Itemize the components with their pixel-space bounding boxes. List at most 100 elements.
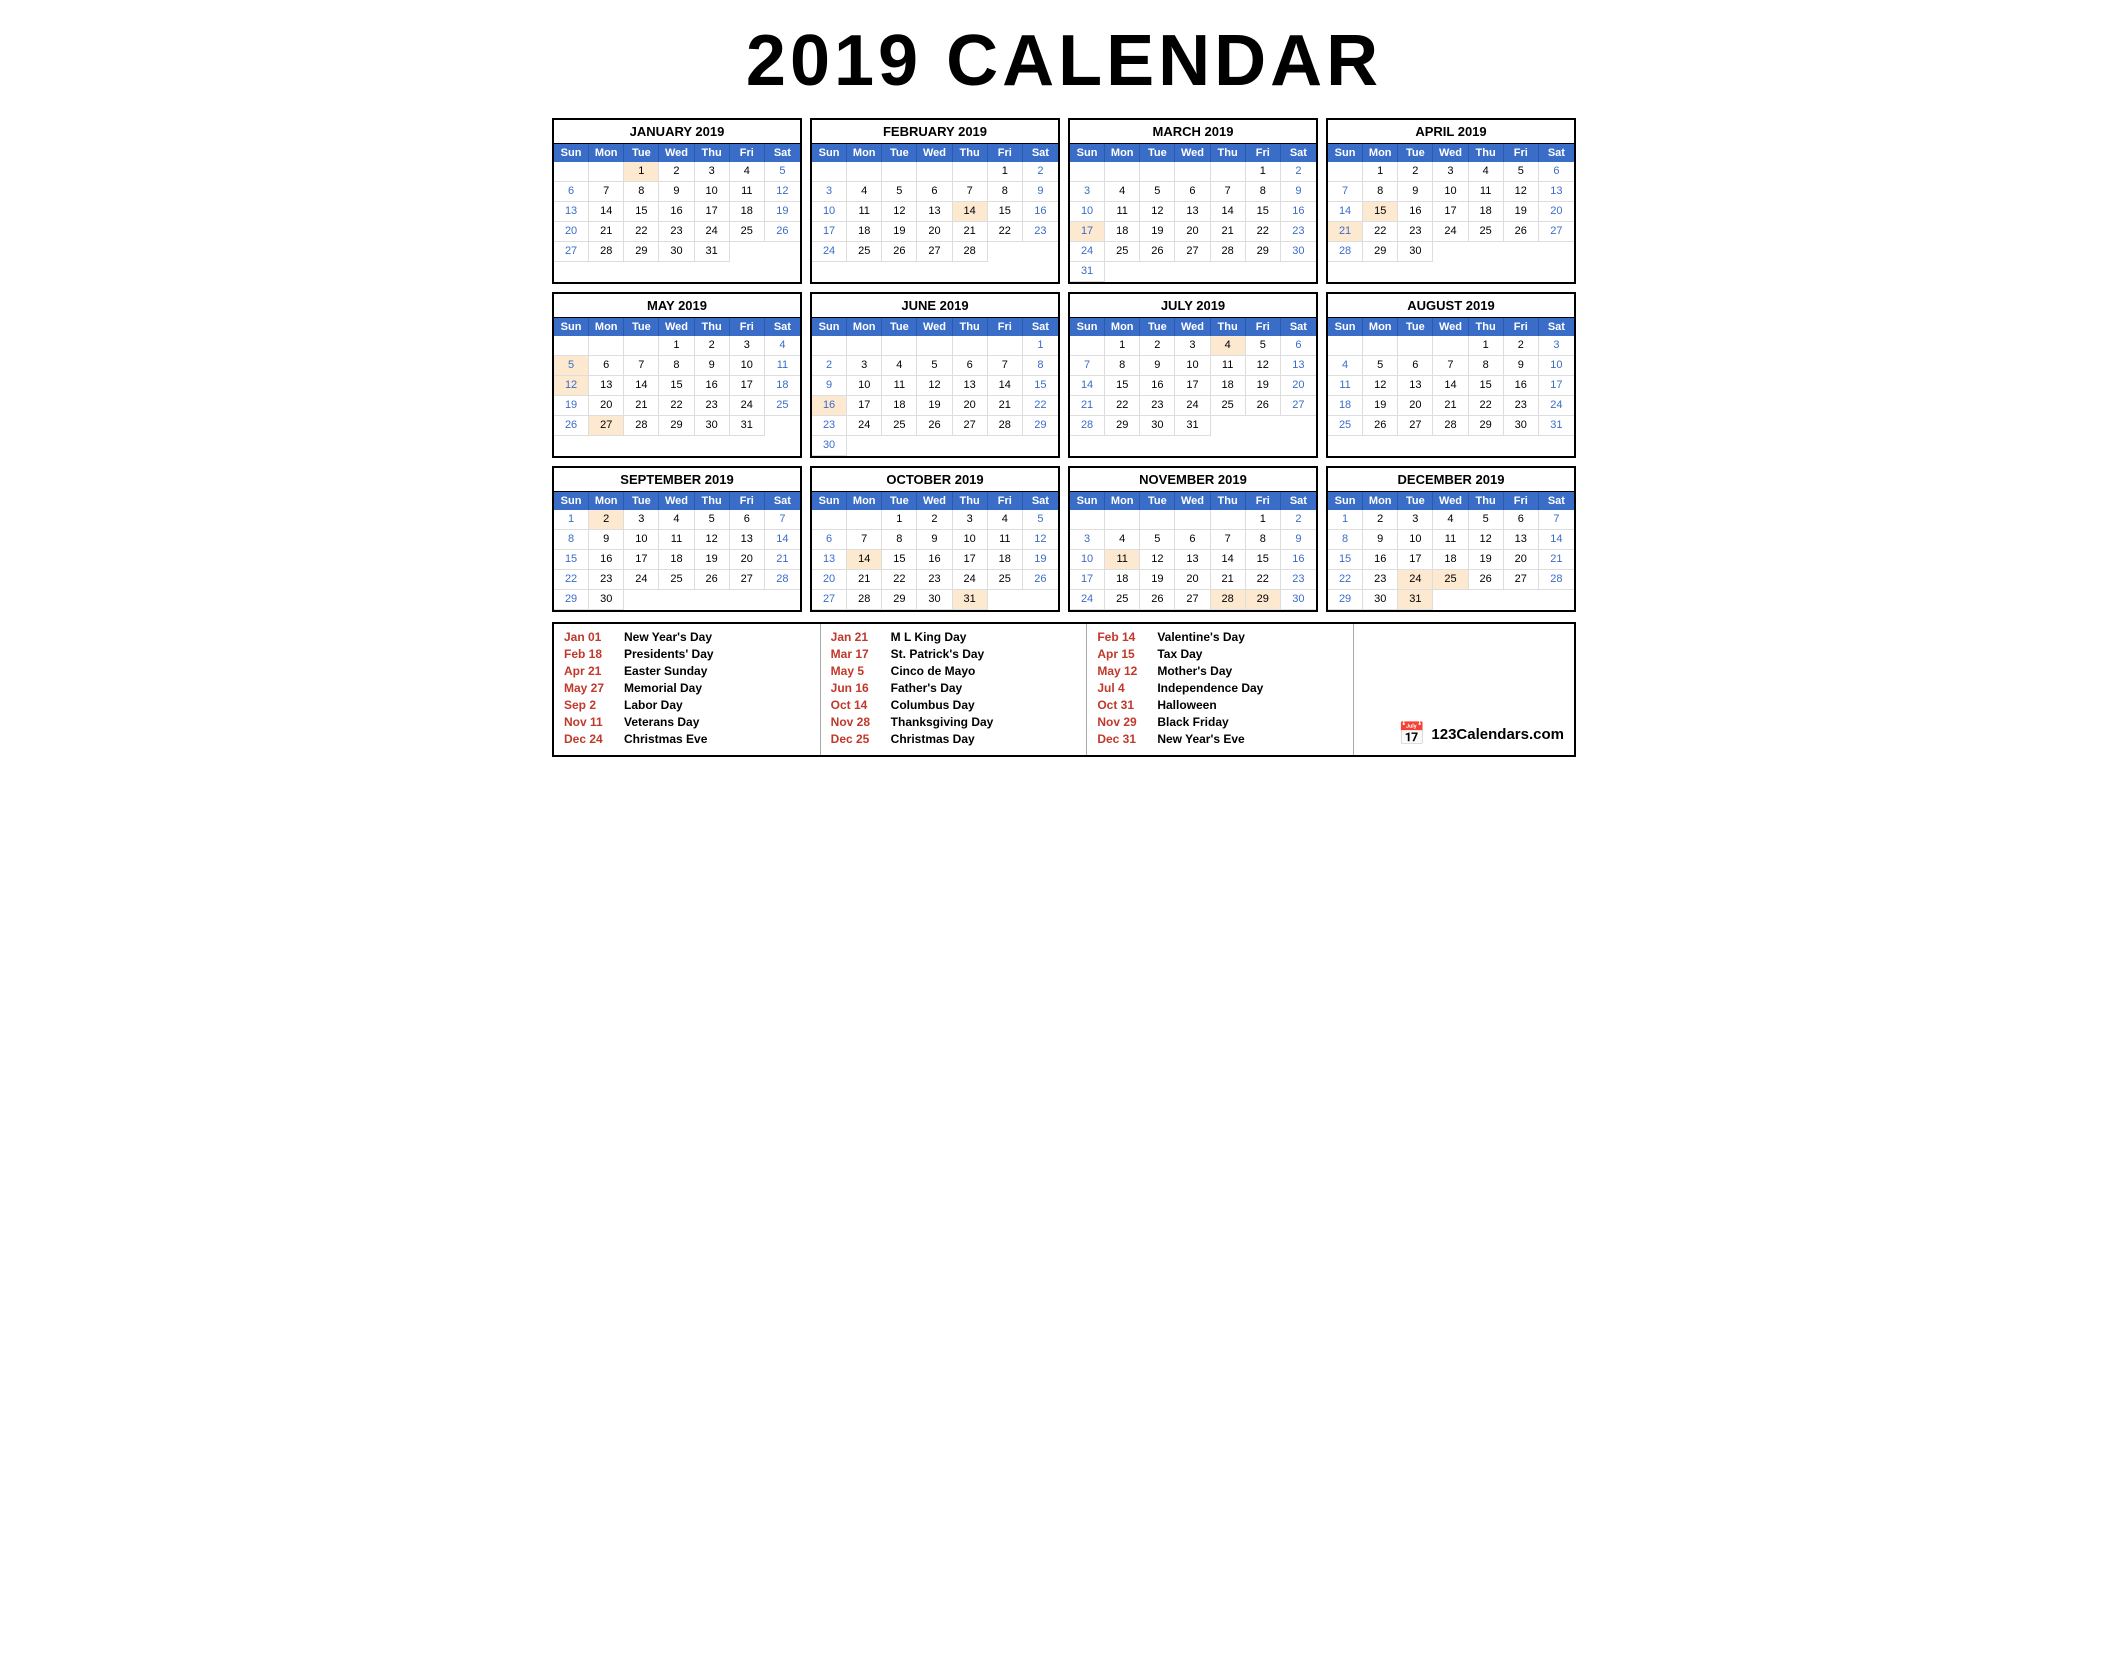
holiday-row: Jan 01New Year's Day (564, 630, 810, 644)
day-cell: 7 (1211, 530, 1246, 550)
day-cell: 16 (1398, 202, 1433, 222)
day-cell: 30 (1140, 416, 1175, 436)
day-cell: 7 (1328, 182, 1363, 202)
day-cell: 15 (1246, 202, 1281, 222)
empty-cell (917, 162, 952, 182)
day-header: Thu (695, 144, 730, 162)
empty-cell (1398, 336, 1433, 356)
day-cell: 11 (1105, 550, 1140, 570)
day-cell: 25 (1328, 416, 1363, 436)
empty-cell (812, 336, 847, 356)
day-cell: 30 (1281, 242, 1316, 262)
day-cell: 26 (1363, 416, 1398, 436)
day-cell: 26 (1023, 570, 1058, 590)
holiday-date: Nov 29 (1097, 715, 1145, 729)
day-header: Sat (1281, 492, 1316, 510)
day-cell: 27 (554, 242, 589, 262)
day-cell: 17 (953, 550, 988, 570)
day-cell: 4 (1469, 162, 1504, 182)
day-cell: 21 (953, 222, 988, 242)
day-cell: 11 (882, 376, 917, 396)
day-header: Tue (1140, 144, 1175, 162)
holiday-date: Jan 01 (564, 630, 612, 644)
day-cell: 6 (1175, 530, 1210, 550)
holiday-name: Christmas Eve (624, 732, 707, 746)
holiday-name: St. Patrick's Day (891, 647, 985, 661)
day-cell: 25 (730, 222, 765, 242)
day-cell: 1 (1363, 162, 1398, 182)
day-cell: 23 (589, 570, 624, 590)
day-header: Mon (1105, 492, 1140, 510)
day-cell: 13 (1504, 530, 1539, 550)
day-cell: 26 (695, 570, 730, 590)
day-cell: 21 (589, 222, 624, 242)
day-header: Fri (1504, 318, 1539, 336)
day-cell: 29 (1023, 416, 1058, 436)
day-header: Tue (624, 492, 659, 510)
day-cell: 20 (1504, 550, 1539, 570)
day-cell: 2 (1363, 510, 1398, 530)
day-cell: 1 (1246, 510, 1281, 530)
day-cell: 1 (882, 510, 917, 530)
day-header: Sat (1281, 318, 1316, 336)
day-header: Wed (1175, 318, 1210, 336)
day-header: Thu (953, 318, 988, 336)
day-cell: 12 (695, 530, 730, 550)
day-cell: 25 (1105, 590, 1140, 610)
day-header: Mon (1363, 318, 1398, 336)
day-cell: 10 (1070, 550, 1105, 570)
day-cell: 7 (624, 356, 659, 376)
day-cell: 12 (1504, 182, 1539, 202)
day-cell: 4 (659, 510, 694, 530)
day-cell: 4 (1328, 356, 1363, 376)
day-cell: 1 (659, 336, 694, 356)
day-cell: 16 (659, 202, 694, 222)
empty-cell (589, 336, 624, 356)
day-header: Mon (1363, 144, 1398, 162)
day-cell: 26 (1140, 242, 1175, 262)
day-cell: 22 (1469, 396, 1504, 416)
day-cell: 18 (1469, 202, 1504, 222)
day-cell: 8 (554, 530, 589, 550)
day-cell: 26 (882, 242, 917, 262)
day-cell: 9 (1504, 356, 1539, 376)
day-cell: 11 (847, 202, 882, 222)
day-header: Fri (1504, 492, 1539, 510)
holiday-name: Valentine's Day (1157, 630, 1245, 644)
day-cell: 24 (1539, 396, 1574, 416)
holiday-row: Oct 14Columbus Day (831, 698, 1077, 712)
day-header: Tue (882, 318, 917, 336)
branding: 📅123Calendars.com (1398, 721, 1564, 747)
holiday-date: Feb 14 (1097, 630, 1145, 644)
day-cell: 29 (1246, 242, 1281, 262)
day-cell: 7 (765, 510, 800, 530)
day-cell: 12 (1246, 356, 1281, 376)
month-block-1: FEBRUARY 2019SunMonTueWedThuFriSat123456… (810, 118, 1060, 284)
day-header: Mon (1105, 144, 1140, 162)
holiday-row: Nov 11Veterans Day (564, 715, 810, 729)
day-cell: 27 (953, 416, 988, 436)
day-header: Sun (1328, 144, 1363, 162)
day-cell: 18 (659, 550, 694, 570)
day-cell: 12 (882, 202, 917, 222)
holiday-row: Oct 31Halloween (1097, 698, 1343, 712)
holiday-date: Mar 17 (831, 647, 879, 661)
day-cell: 30 (1398, 242, 1433, 262)
holiday-row: Dec 25Christmas Day (831, 732, 1077, 746)
empty-cell (1363, 336, 1398, 356)
day-cell: 25 (847, 242, 882, 262)
day-cell: 25 (988, 570, 1023, 590)
day-header: Fri (730, 144, 765, 162)
day-cell: 7 (1539, 510, 1574, 530)
day-cell: 31 (730, 416, 765, 436)
day-cell: 22 (624, 222, 659, 242)
day-cell: 22 (1023, 396, 1058, 416)
day-cell: 27 (1398, 416, 1433, 436)
day-header: Mon (589, 492, 624, 510)
empty-cell (812, 510, 847, 530)
day-cell: 8 (624, 182, 659, 202)
day-header: Sun (554, 318, 589, 336)
day-cell: 24 (953, 570, 988, 590)
day-cell: 4 (730, 162, 765, 182)
day-cell: 25 (1211, 396, 1246, 416)
